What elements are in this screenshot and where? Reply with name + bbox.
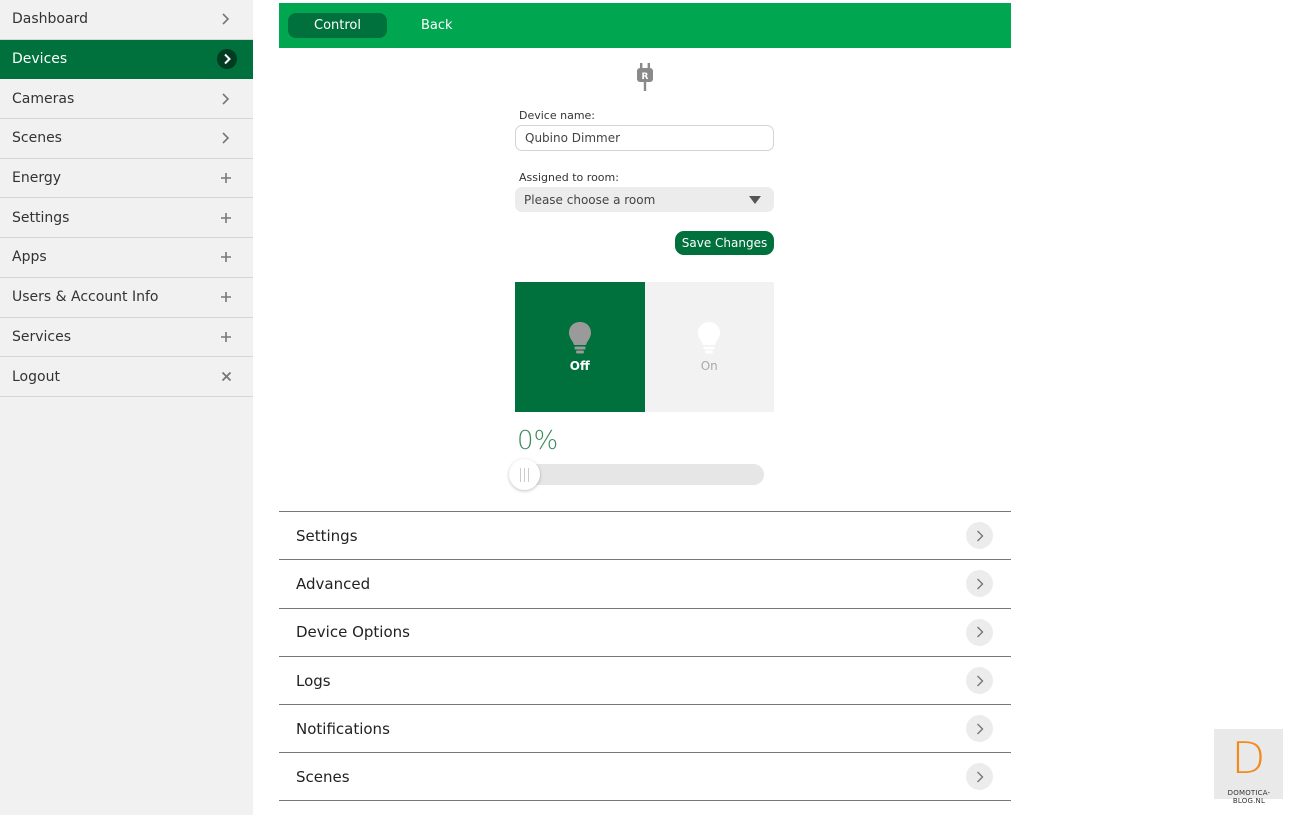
accordion-scenes[interactable]: Scenes (279, 752, 1011, 801)
off-button[interactable]: Off (515, 282, 645, 412)
device-name-label: Device name: (519, 109, 596, 122)
sidebar-item-services[interactable]: Services (0, 318, 253, 358)
sidebar-item-users-account-info[interactable]: Users & Account Info (0, 278, 253, 318)
plug-icon: R (637, 63, 653, 91)
chevron-right-icon (215, 88, 237, 110)
chevron-right-icon (966, 618, 993, 646)
chevron-right-icon (966, 715, 993, 743)
plus-icon (215, 167, 237, 189)
close-icon (215, 366, 237, 388)
accordion-label: Logs (296, 671, 331, 690)
sidebar: Dashboard Devices Cameras Scenes Energy … (0, 0, 253, 815)
chevron-right-icon (966, 667, 993, 695)
dimmer-percentage: 0% (517, 426, 559, 456)
accordion-label: Advanced (296, 574, 371, 593)
sidebar-item-label: Settings (12, 209, 70, 226)
plus-icon (215, 246, 237, 268)
room-select-value: Please choose a room (524, 192, 656, 207)
sidebar-item-apps[interactable]: Apps (0, 238, 253, 278)
accordion-settings[interactable]: Settings (279, 511, 1011, 559)
save-changes-button[interactable]: Save Changes (675, 231, 774, 255)
watermark-text: DOMOTICA-BLOG.NL (1227, 789, 1271, 805)
dimmer-slider-handle[interactable] (509, 459, 540, 490)
accordion-logs[interactable]: Logs (279, 655, 1011, 704)
chevron-right-icon (966, 570, 993, 598)
top-bar: Control Back (279, 3, 1011, 48)
sidebar-item-label: Users & Account Info (12, 289, 159, 306)
sidebar-item-dashboard[interactable]: Dashboard (0, 0, 253, 40)
plus-icon (215, 207, 237, 229)
chevron-right-icon (215, 127, 237, 149)
accordion-label: Settings (296, 526, 358, 545)
chevron-right-icon (966, 763, 993, 791)
back-button[interactable]: Back (395, 13, 479, 38)
sidebar-item-label: Services (12, 328, 72, 345)
device-panel: Control Back R Device name: Qubino Dimme… (279, 3, 1011, 801)
room-select[interactable]: Please choose a room (515, 187, 774, 212)
bulb-icon (698, 322, 721, 354)
accordion-device-options[interactable]: Device Options (279, 607, 1011, 656)
caret-down-icon (749, 195, 761, 204)
device-form: Device name: Qubino Dimmer Assigned to r… (515, 109, 774, 255)
on-label: On (700, 359, 718, 373)
sidebar-item-label: Energy (12, 170, 62, 187)
plus-icon (215, 326, 237, 348)
accordion-notifications[interactable]: Notifications (279, 704, 1011, 752)
sidebar-item-logout[interactable]: Logout (0, 357, 253, 397)
sidebar-item-label: Apps (12, 249, 47, 266)
accordion-label: Device Options (296, 623, 410, 642)
sidebar-item-settings[interactable]: Settings (0, 198, 253, 239)
sidebar-item-energy[interactable]: Energy (0, 159, 253, 199)
room-label: Assigned to room: (519, 171, 619, 184)
sidebar-item-label: Cameras (12, 90, 75, 107)
dimmer-slider[interactable] (509, 459, 764, 490)
control-tab[interactable]: Control (288, 13, 387, 38)
on-button[interactable]: On (644, 282, 774, 412)
sidebar-item-label: Scenes (12, 130, 62, 147)
grip-icon (520, 467, 529, 482)
sidebar-item-label: Dashboard (12, 11, 88, 28)
off-label: Off (569, 359, 590, 373)
chevron-right-icon (215, 8, 237, 30)
accordion-list: Settings Advanced Device Options Logs No… (279, 511, 1011, 801)
sidebar-item-cameras[interactable]: Cameras (0, 79, 253, 120)
on-off-switch: Off On (515, 282, 774, 412)
logo-glyph: D (1231, 733, 1266, 784)
accordion-label: Scenes (296, 767, 350, 786)
chevron-right-icon (217, 49, 237, 70)
sidebar-item-devices[interactable]: Devices (0, 39, 253, 80)
accordion-advanced[interactable]: Advanced (279, 559, 1011, 607)
chevron-right-icon (966, 522, 993, 550)
sidebar-item-scenes[interactable]: Scenes (0, 119, 253, 159)
accordion-label: Notifications (296, 719, 390, 738)
sidebar-item-label: Logout (12, 368, 60, 385)
bulb-icon (568, 322, 591, 354)
device-name-input[interactable]: Qubino Dimmer (515, 125, 774, 151)
plus-icon (215, 286, 237, 308)
svg-text:R: R (642, 72, 649, 82)
sidebar-item-label: Devices (12, 51, 68, 68)
